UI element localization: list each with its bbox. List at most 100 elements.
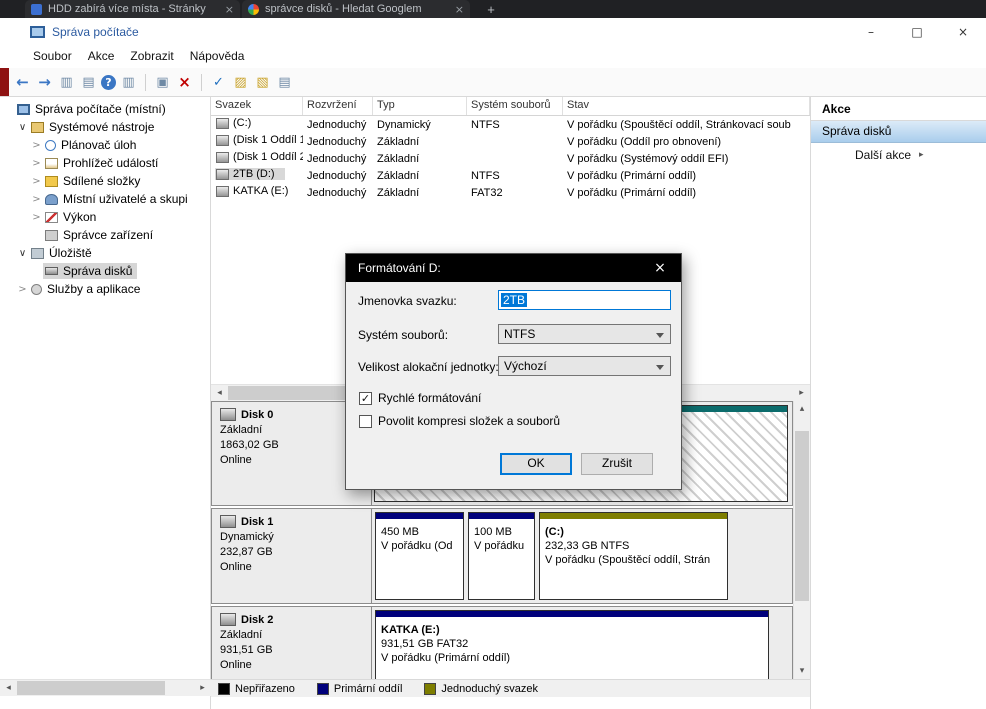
allocation-unit-select[interactable]: Výchozí: [498, 356, 671, 376]
tree-item[interactable]: >Sdílené složky: [0, 172, 210, 190]
tree-item[interactable]: >Výkon: [0, 208, 210, 226]
close-button[interactable]: ×: [940, 18, 986, 46]
disk-label[interactable]: Disk 1Dynamický232,87 GBOnline: [212, 509, 372, 603]
show-action-pane-icon[interactable]: ▥: [119, 72, 138, 93]
disk-block: Disk 2Základní931,51 GBOnlineKATKA (E:)9…: [211, 606, 793, 679]
disk-partitions: KATKA (E:)931,51 GB FAT32V pořádku (Prim…: [372, 607, 792, 679]
disk-name-row: Disk 1: [220, 515, 363, 528]
chevron-collapsed-icon[interactable]: >: [30, 212, 43, 223]
menu-item[interactable]: Soubor: [25, 46, 80, 66]
menubar: SouborAkceZobrazitNápověda: [0, 46, 986, 68]
dialog-title: Formátování D:: [358, 261, 441, 275]
tree-horizontal-scrollbar[interactable]: ◂ ▸: [0, 679, 211, 696]
disk-vertical-scrollbar[interactable]: ▴ ▾: [793, 401, 810, 679]
users-icon: [45, 194, 58, 205]
column-header[interactable]: Rozvržení: [303, 97, 373, 115]
volume-row[interactable]: 2TB (D:)JednoduchýZákladníNTFSV pořádku …: [211, 167, 810, 184]
partition[interactable]: 450 MBV pořádku (Od: [375, 512, 464, 600]
actions-title: Akce: [811, 97, 986, 121]
scroll-up-icon[interactable]: ▴: [794, 401, 811, 417]
column-header[interactable]: Systém souborů: [467, 97, 563, 115]
actions-more[interactable]: Další akce ▸: [811, 143, 986, 167]
volume-row[interactable]: (Disk 1 Oddíl 1)JednoduchýZákladníV pořá…: [211, 133, 810, 150]
console-window-icon[interactable]: ▣: [153, 72, 172, 93]
list-icon[interactable]: ▤: [275, 72, 294, 93]
find-folder-icon[interactable]: ▧: [253, 72, 272, 93]
partition-line: KATKA (E:): [381, 623, 763, 637]
scrollbar-thumb[interactable]: [795, 431, 809, 601]
tree-item[interactable]: ∨Systémové nástroje: [0, 118, 210, 136]
tree-item[interactable]: Správa počítače (místní): [0, 100, 210, 118]
volume-cell: NTFS: [467, 170, 563, 182]
back-icon[interactable]: ←: [13, 72, 32, 93]
tree-item[interactable]: >Místní uživatelé a skupi: [0, 190, 210, 208]
chevron-collapsed-icon[interactable]: >: [30, 158, 43, 169]
show-console-tree-icon[interactable]: ▥: [57, 72, 76, 93]
scrollbar-thumb[interactable]: [17, 681, 165, 695]
partition[interactable]: KATKA (E:)931,51 GB FAT32V pořádku (Prim…: [375, 610, 769, 679]
tree-item-body: Prohlížeč událostí: [43, 155, 163, 171]
volume-row[interactable]: (C:)JednoduchýDynamickýNTFSV pořádku (Sp…: [211, 116, 810, 133]
tab-close-icon[interactable]: ×: [455, 3, 464, 16]
tree-item[interactable]: >Plánovač úloh: [0, 136, 210, 154]
disk-label[interactable]: Disk 2Základní931,51 GBOnline: [212, 607, 372, 679]
properties-check-icon[interactable]: ✓: [209, 72, 228, 93]
forward-icon[interactable]: →: [35, 72, 54, 93]
chevron-expanded-icon[interactable]: ∨: [16, 248, 29, 259]
maximize-button[interactable]: □: [894, 18, 940, 46]
volume-label-label: Jmenovka svazku:: [358, 294, 457, 308]
quick-format-checkbox[interactable]: ✓ Rychlé formátování: [359, 391, 481, 405]
volume-row[interactable]: KATKA (E:)JednoduchýZákladníFAT32V pořád…: [211, 184, 810, 201]
menu-item[interactable]: Nápověda: [182, 46, 253, 66]
partition-line: 100 MB: [474, 525, 529, 539]
chevron-expanded-icon[interactable]: ∨: [16, 122, 29, 133]
delete-icon[interactable]: ×: [175, 72, 194, 93]
allocation-unit-value: Výchozí: [504, 359, 547, 373]
browser-tab[interactable]: správce disků - Hledat Googlem×: [242, 0, 470, 18]
minimize-button[interactable]: –: [848, 18, 894, 46]
export-list-icon[interactable]: ▤: [79, 72, 98, 93]
compression-checkbox[interactable]: Povolit kompresi složek a souborů: [359, 414, 560, 428]
tree-item[interactable]: >Služby a aplikace: [0, 280, 210, 298]
tree-item[interactable]: >Prohlížeč událostí: [0, 154, 210, 172]
scroll-right-icon[interactable]: ▸: [793, 385, 810, 401]
scroll-left-icon[interactable]: ◂: [0, 680, 17, 696]
tab-close-icon[interactable]: ×: [225, 3, 234, 16]
tree-item[interactable]: ∨Úložiště: [0, 244, 210, 262]
event-viewer-icon: [45, 158, 58, 169]
chevron-collapsed-icon[interactable]: >: [30, 194, 43, 205]
menu-item[interactable]: Akce: [80, 46, 123, 66]
cancel-button[interactable]: Zrušit: [581, 453, 653, 475]
volume-label-input[interactable]: 2TB: [498, 290, 671, 310]
console-tree: Správa počítače (místní)∨Systémové nástr…: [0, 97, 210, 298]
menu-item[interactable]: Zobrazit: [122, 46, 181, 66]
column-header[interactable]: Svazek: [211, 97, 303, 115]
tree-item[interactable]: Správce zařízení: [0, 226, 210, 244]
tree-item-body: Místní uživatelé a skupi: [43, 191, 193, 207]
filesystem-select[interactable]: NTFS: [498, 324, 671, 344]
tree-item[interactable]: Správa disků: [0, 262, 210, 280]
format-dialog: Formátování D: × Jmenovka svazku: 2TB Sy…: [345, 253, 682, 490]
column-header[interactable]: Typ: [373, 97, 467, 115]
scroll-left-icon[interactable]: ◂: [211, 385, 228, 401]
column-header[interactable]: Stav: [563, 97, 810, 115]
dialog-titlebar: Formátování D: ×: [346, 254, 681, 282]
chevron-collapsed-icon[interactable]: >: [30, 140, 43, 151]
ok-button[interactable]: OK: [500, 453, 572, 475]
scroll-down-icon[interactable]: ▾: [794, 663, 811, 679]
chevron-collapsed-icon[interactable]: >: [16, 284, 29, 295]
chevron-collapsed-icon[interactable]: >: [30, 176, 43, 187]
partition[interactable]: (C:)232,33 GB NTFSV pořádku (Spouštěcí o…: [539, 512, 728, 600]
volume-row[interactable]: (Disk 1 Oddíl 2)JednoduchýZákladníV pořá…: [211, 150, 810, 167]
partition-text: 100 MBV pořádku: [469, 519, 534, 553]
open-folder-icon[interactable]: ▨: [231, 72, 250, 93]
actions-selected-item[interactable]: Správa disků: [811, 121, 986, 143]
help-icon[interactable]: ?: [101, 75, 116, 90]
volume-cell: Jednoduchý: [303, 187, 373, 199]
browser-tab[interactable]: HDD zabírá více místa - Stránky×: [25, 0, 240, 18]
console-tree-pane: Správa počítače (místní)∨Systémové nástr…: [0, 97, 211, 709]
scroll-right-icon[interactable]: ▸: [194, 680, 211, 696]
new-tab-button[interactable]: +: [482, 2, 500, 17]
partition[interactable]: 100 MBV pořádku: [468, 512, 535, 600]
dialog-close-button[interactable]: ×: [639, 254, 681, 282]
